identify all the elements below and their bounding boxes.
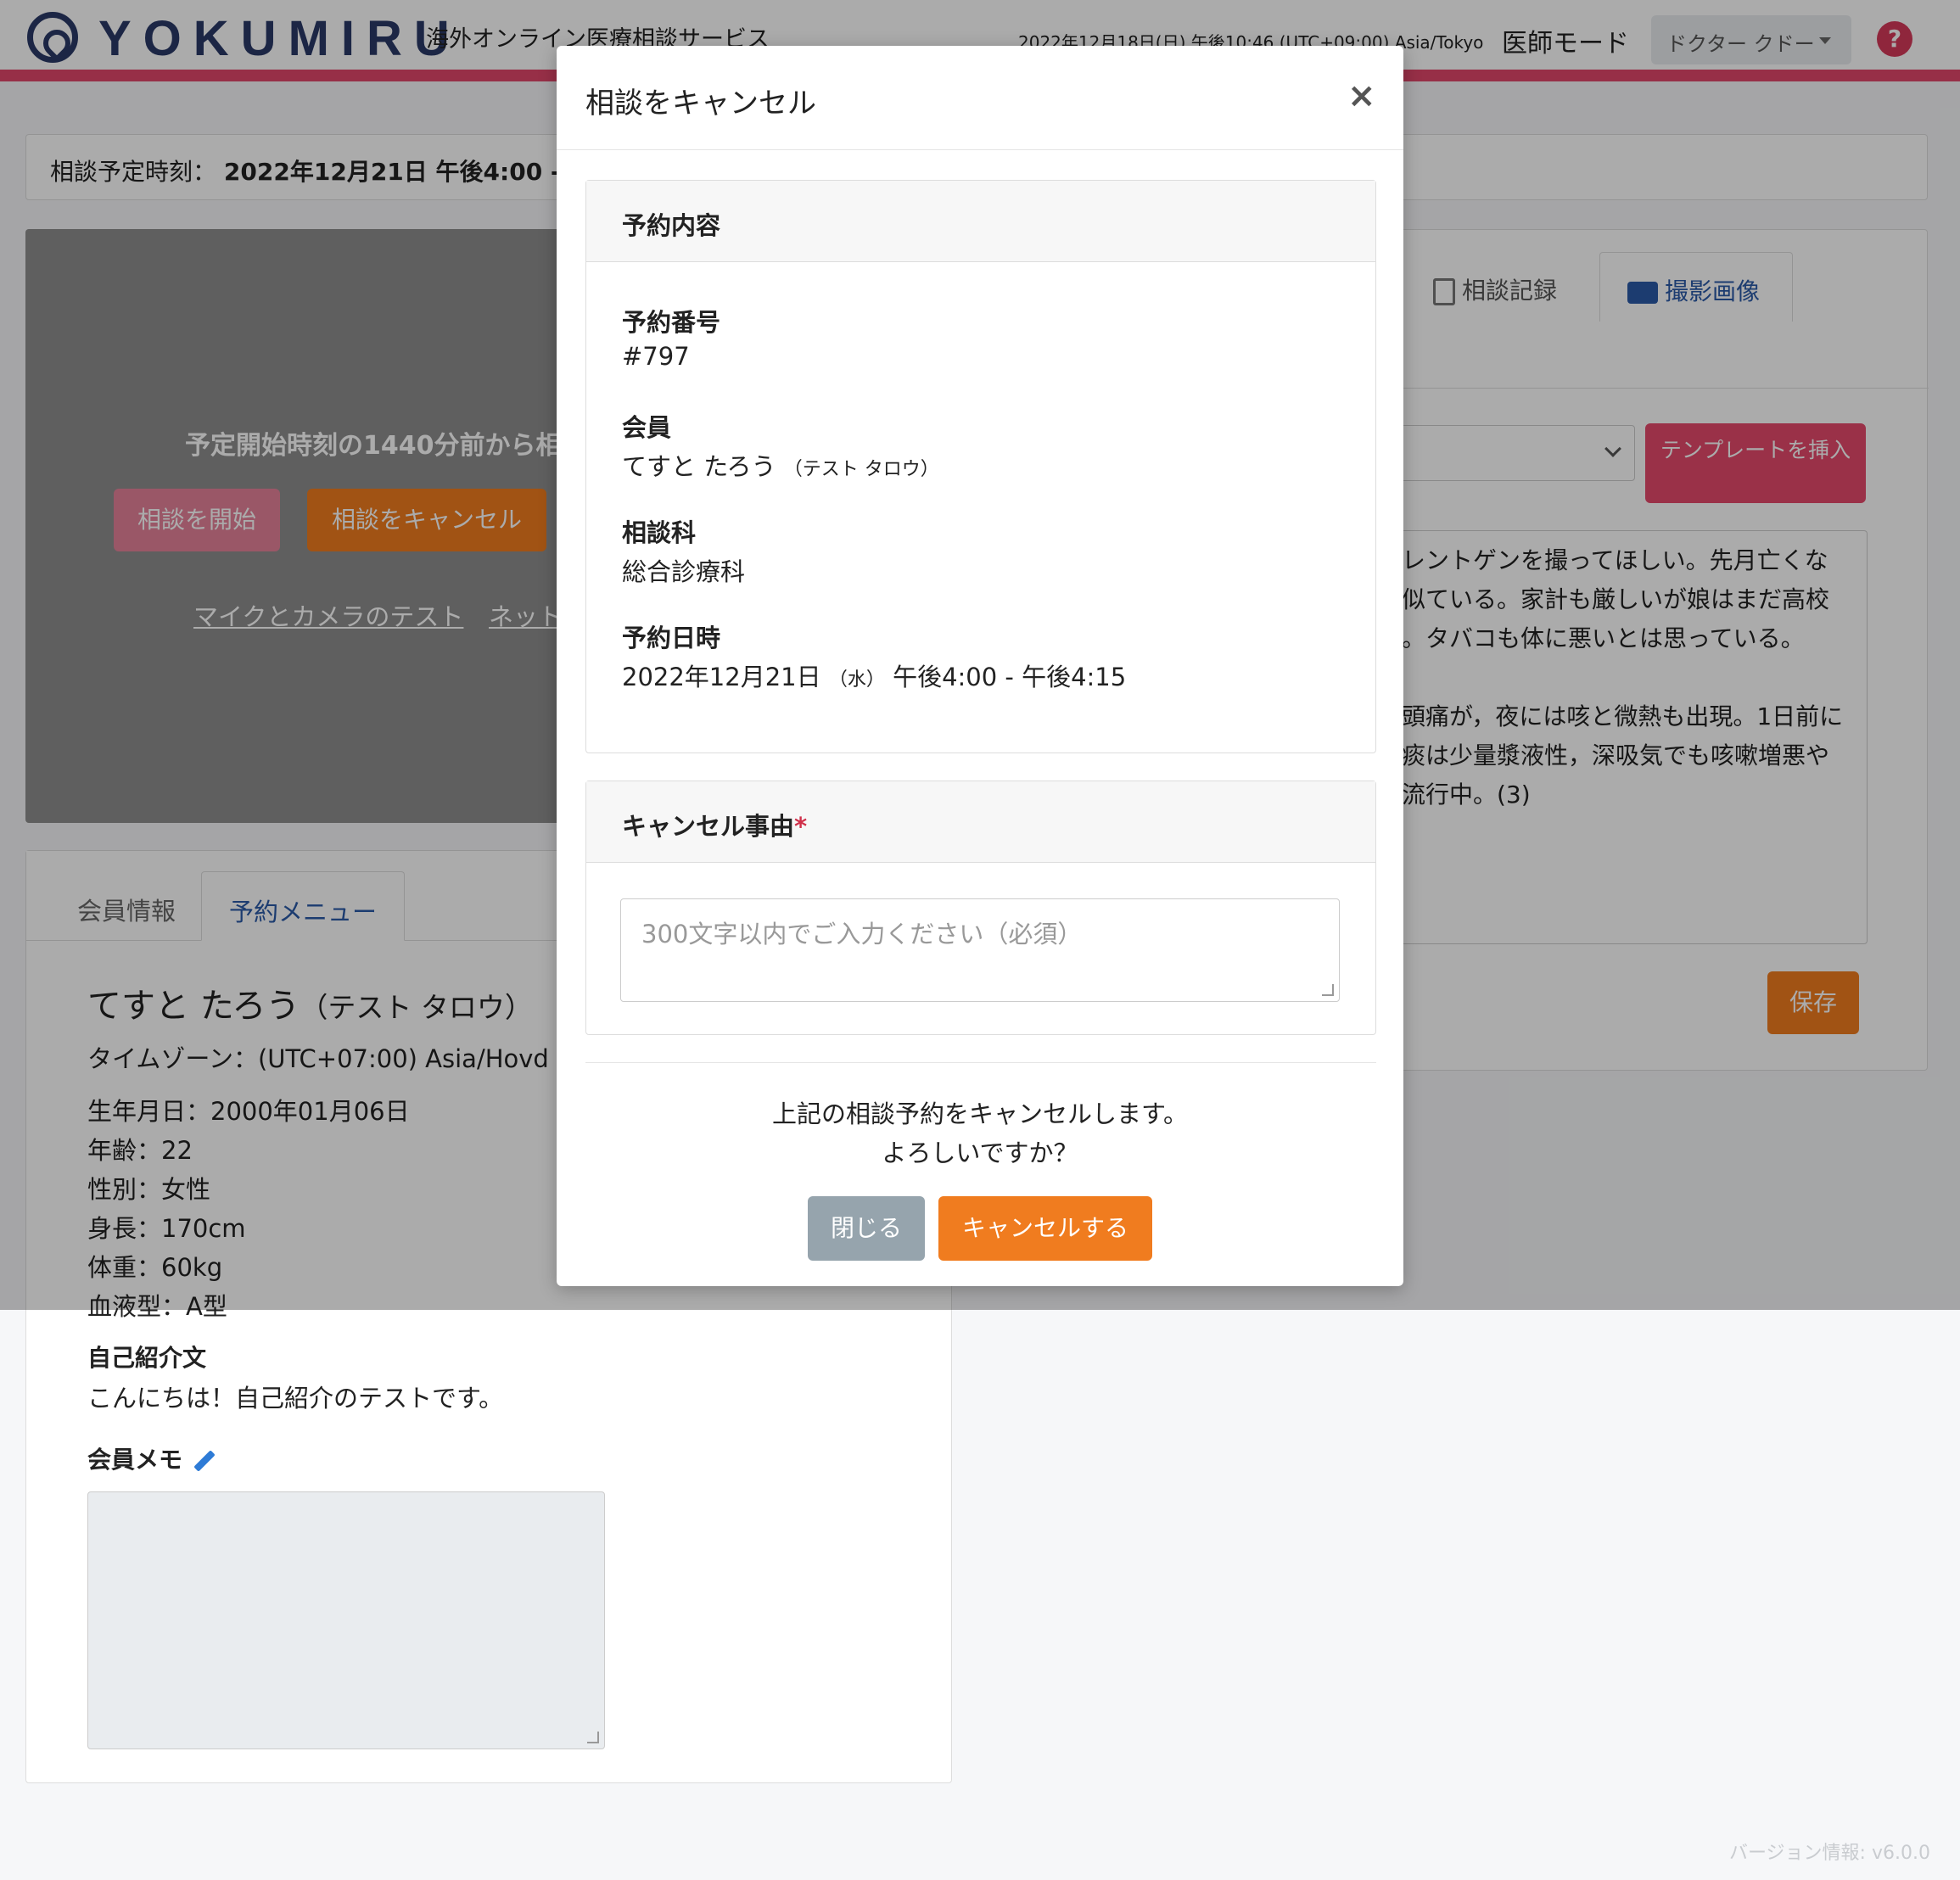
booking-no-label: 予約番号	[622, 308, 721, 337]
required-mark: *	[794, 812, 808, 841]
datetime-label: 予約日時	[622, 624, 721, 652]
reason-card-title: キャンセル事由*	[586, 781, 1375, 863]
resize-handle-icon[interactable]	[587, 1732, 599, 1743]
datetime-date: 2022年12月21日	[622, 663, 821, 691]
member-value-kana: （テスト タロウ）	[783, 459, 939, 480]
datetime-value: 2022年12月21日 （水） 午後4:00 - 午後4:15	[622, 657, 1126, 693]
modal-title: 相談をキャンセル	[585, 87, 816, 120]
memo-heading: 会員メモ	[87, 1441, 216, 1475]
confirm-line-2: よろしいですか？	[882, 1139, 1078, 1167]
member-value-name: てすと たろう	[622, 452, 776, 481]
confirm-divider	[585, 1062, 1376, 1063]
datetime-time: 午後4:00 - 午後4:15	[893, 663, 1127, 691]
cancel-reason-textarea[interactable]: 300文字以内でご入力ください（必須）	[620, 898, 1340, 1002]
booking-card: 予約内容 予約番号 #797 会員 てすと たろう （テスト タロウ） 相談科 …	[585, 180, 1376, 753]
pencil-icon[interactable]	[193, 1450, 216, 1472]
close-icon[interactable]: ×	[1347, 76, 1376, 115]
intro-text: こんにちは！自己紹介のテストです。	[87, 1384, 504, 1413]
datetime-dow: （水）	[828, 669, 885, 691]
reason-card: キャンセル事由* 300文字以内でご入力ください（必須）	[585, 781, 1376, 1035]
booking-no: #797	[622, 342, 690, 371]
confirm-line-1: 上記の相談予約をキャンセルします。	[771, 1099, 1189, 1128]
modal-divider	[557, 149, 1403, 150]
reason-title: キャンセル事由	[622, 812, 795, 841]
member-memo-textarea[interactable]	[87, 1491, 605, 1749]
version-info: バージョン情報: v6.0.0	[1729, 1843, 1930, 1864]
member-value: てすと たろう （テスト タロウ）	[622, 447, 939, 483]
booking-card-title: 予約内容	[586, 181, 1375, 262]
member-label: 会員	[622, 413, 672, 442]
dept-label: 相談科	[622, 518, 697, 547]
resize-handle-icon[interactable]	[1322, 984, 1334, 996]
intro-heading: 自己紹介文	[87, 1344, 207, 1372]
memo-heading-text: 会員メモ	[87, 1446, 183, 1474]
dept-value: 総合診療科	[622, 557, 746, 586]
cancel-modal: 相談をキャンセル × 予約内容 予約番号 #797 会員 てすと たろう （テス…	[557, 46, 1403, 1286]
confirm-cancel-button[interactable]: キャンセルする	[938, 1196, 1152, 1261]
close-button[interactable]: 閉じる	[808, 1196, 925, 1261]
